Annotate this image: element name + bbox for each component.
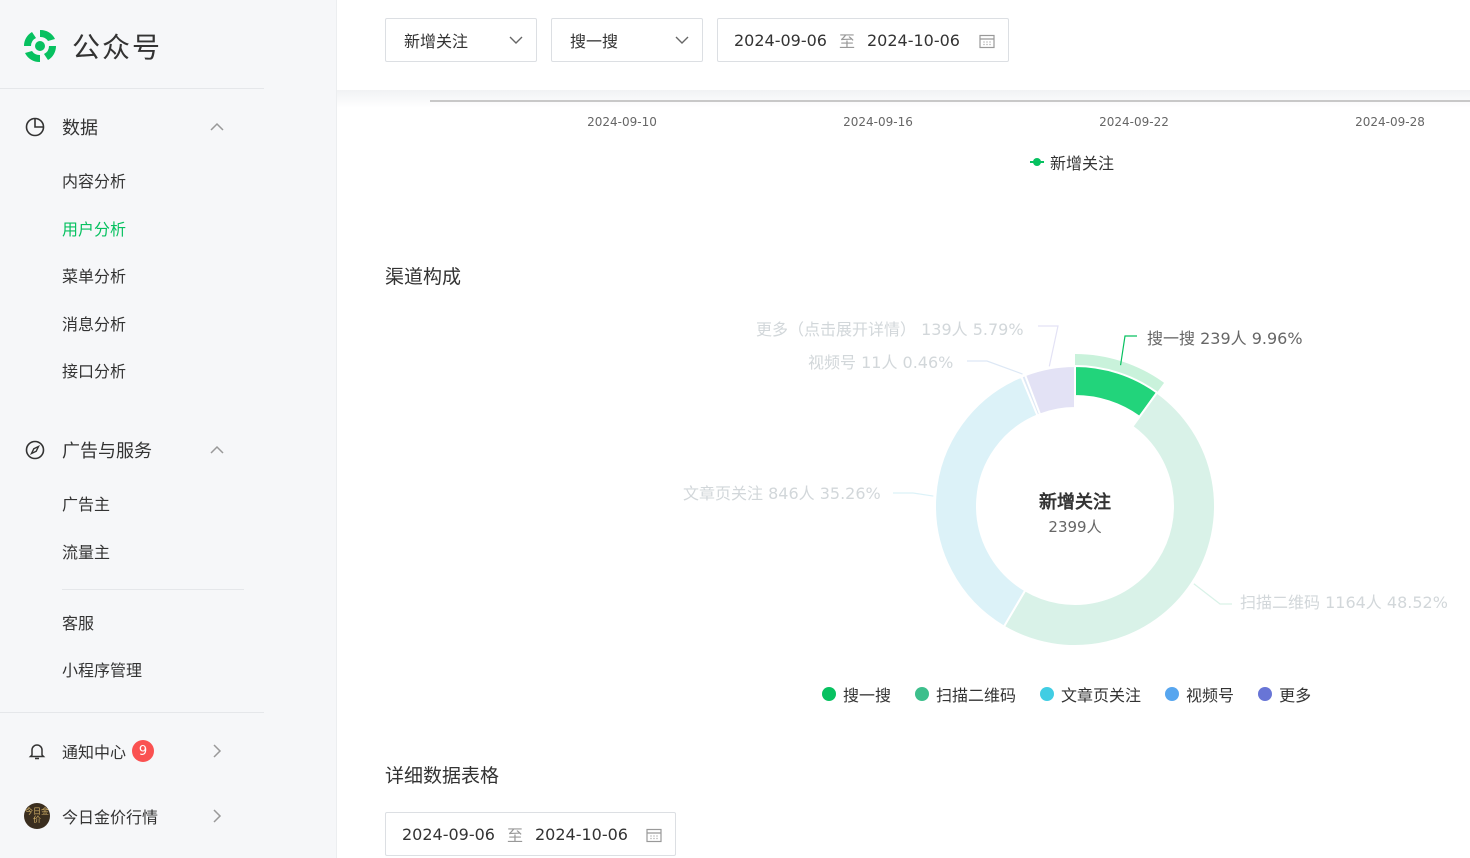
date-start: 2024-09-06 [734,30,827,50]
chevron-right-icon [213,809,222,823]
legend-dot [1258,687,1273,701]
sidebar-item-content-analysis[interactable]: 内容分析 [62,171,126,193]
leader-line [893,492,934,497]
metric-select[interactable]: 新增关注 [385,18,537,62]
leader-line [1193,583,1232,605]
sidebar-item-publisher[interactable]: 流量主 [62,542,110,564]
chevron-down-icon [675,36,689,44]
nav-group-label: 广告与服务 [62,441,152,462]
detail-date-range-picker[interactable]: 2024-09-06 至 2024-10-06 [385,812,676,856]
x-tick-label: 2024-09-16 [843,115,913,129]
calendar-icon [646,828,662,843]
header-shadow [337,90,1470,108]
sidebar-item-customer-service[interactable]: 客服 [62,613,94,635]
metric-select-value: 新增关注 [404,32,469,51]
date-start: 2024-09-06 [402,824,495,844]
leader-line [1119,335,1137,366]
slice-label-more[interactable]: 更多（点击展开详情） 139人 5.79% [756,316,1024,340]
legend-dot [915,687,930,701]
channel-section-title: 渠道构成 [385,266,462,288]
trend-legend-label: 新增关注 [1050,154,1115,173]
slice-label-search: 搜一搜 239人 9.96% [1147,329,1303,348]
brand[interactable]: 公众号 [20,26,162,66]
legend-item-more[interactable]: 更多 [1258,682,1311,706]
sidebar: 公众号 数据 内容分析 用户分析 菜单分析 消息分析 接口分析 广告与服务 广告… [0,0,337,858]
chevron-up-icon [210,445,224,454]
account-name: 今日金价行情 [62,808,159,827]
calendar-icon [979,34,995,49]
detail-section-title: 详细数据表格 [385,765,500,787]
donut-legend: 搜一搜 扫描二维码 文章页关注 视频号 更多 [822,682,1335,706]
x-axis-line [430,100,1470,102]
date-separator: 至 [838,32,855,51]
account-switcher[interactable]: 今日金价 今日金价行情 [24,800,234,832]
channel-select-value: 搜一搜 [570,32,619,51]
nav-group-label: 数据 [62,118,98,139]
slice-label-article: 文章页关注 846人 35.26% [683,484,881,503]
x-tick-label: 2024-09-22 [1099,115,1169,129]
date-end: 2024-10-06 [867,30,960,50]
nav-group-data[interactable]: 数据 [24,111,234,143]
chevron-up-icon [210,122,224,131]
leader-line [967,360,1023,375]
x-tick-label: 2024-09-28 [1355,115,1425,129]
legend-label: 视频号 [1186,686,1235,705]
notification-badge: 9 [132,740,155,762]
sidebar-item-advertiser[interactable]: 广告主 [62,494,110,516]
notification-center[interactable]: 通知中心 9 [24,735,234,767]
slice-label-qrcode: 扫描二维码 1164人 48.52% [1240,593,1448,612]
brand-name: 公众号 [72,31,163,64]
legend-item-search[interactable]: 搜一搜 [822,682,891,706]
line-marker-icon [1030,155,1044,169]
date-separator: 至 [506,826,523,845]
sidebar-item-user-analysis[interactable]: 用户分析 [62,219,126,241]
slice-label-channels: 视频号 11人 0.46% [808,353,954,372]
channel-select[interactable]: 搜一搜 [551,18,703,62]
pie-chart-icon [25,117,45,137]
donut-center-title: 新增关注 [1039,492,1111,513]
sidebar-item-message-analysis[interactable]: 消息分析 [62,314,126,336]
legend-label: 文章页关注 [1061,686,1142,705]
notification-label: 通知中心 [62,743,127,762]
chevron-down-icon [509,36,523,44]
divider [0,88,264,89]
sidebar-item-api-analysis[interactable]: 接口分析 [62,361,126,383]
sidebar-item-menu-analysis[interactable]: 菜单分析 [62,266,126,288]
x-tick-label: 2024-09-10 [587,115,657,129]
bell-icon [24,738,50,764]
leader-line [1038,325,1059,367]
sidebar-item-mini-program[interactable]: 小程序管理 [62,660,142,682]
wechat-official-account-logo-icon [23,29,57,63]
date-end: 2024-10-06 [535,824,628,844]
trend-legend-item[interactable]: 新增关注 [1030,150,1114,174]
legend-label: 搜一搜 [843,686,892,705]
legend-label: 更多 [1279,686,1312,705]
date-range-picker[interactable]: 2024-09-06 至 2024-10-06 [717,18,1009,62]
legend-dot [822,687,836,701]
legend-label: 扫描二维码 [936,686,1017,705]
donut-center-value: 2399人 [1048,518,1102,536]
compass-icon [25,440,45,460]
chevron-right-icon [213,744,222,758]
legend-item-article[interactable]: 文章页关注 [1040,682,1141,706]
legend-dot [1165,687,1180,701]
legend-item-channels[interactable]: 视频号 [1165,682,1234,706]
divider [62,589,244,590]
avatar: 今日金价 [24,803,50,829]
legend-dot [1040,687,1055,701]
divider [0,712,264,713]
legend-item-qrcode[interactable]: 扫描二维码 [915,682,1016,706]
nav-group-ads-services[interactable]: 广告与服务 [24,434,234,466]
